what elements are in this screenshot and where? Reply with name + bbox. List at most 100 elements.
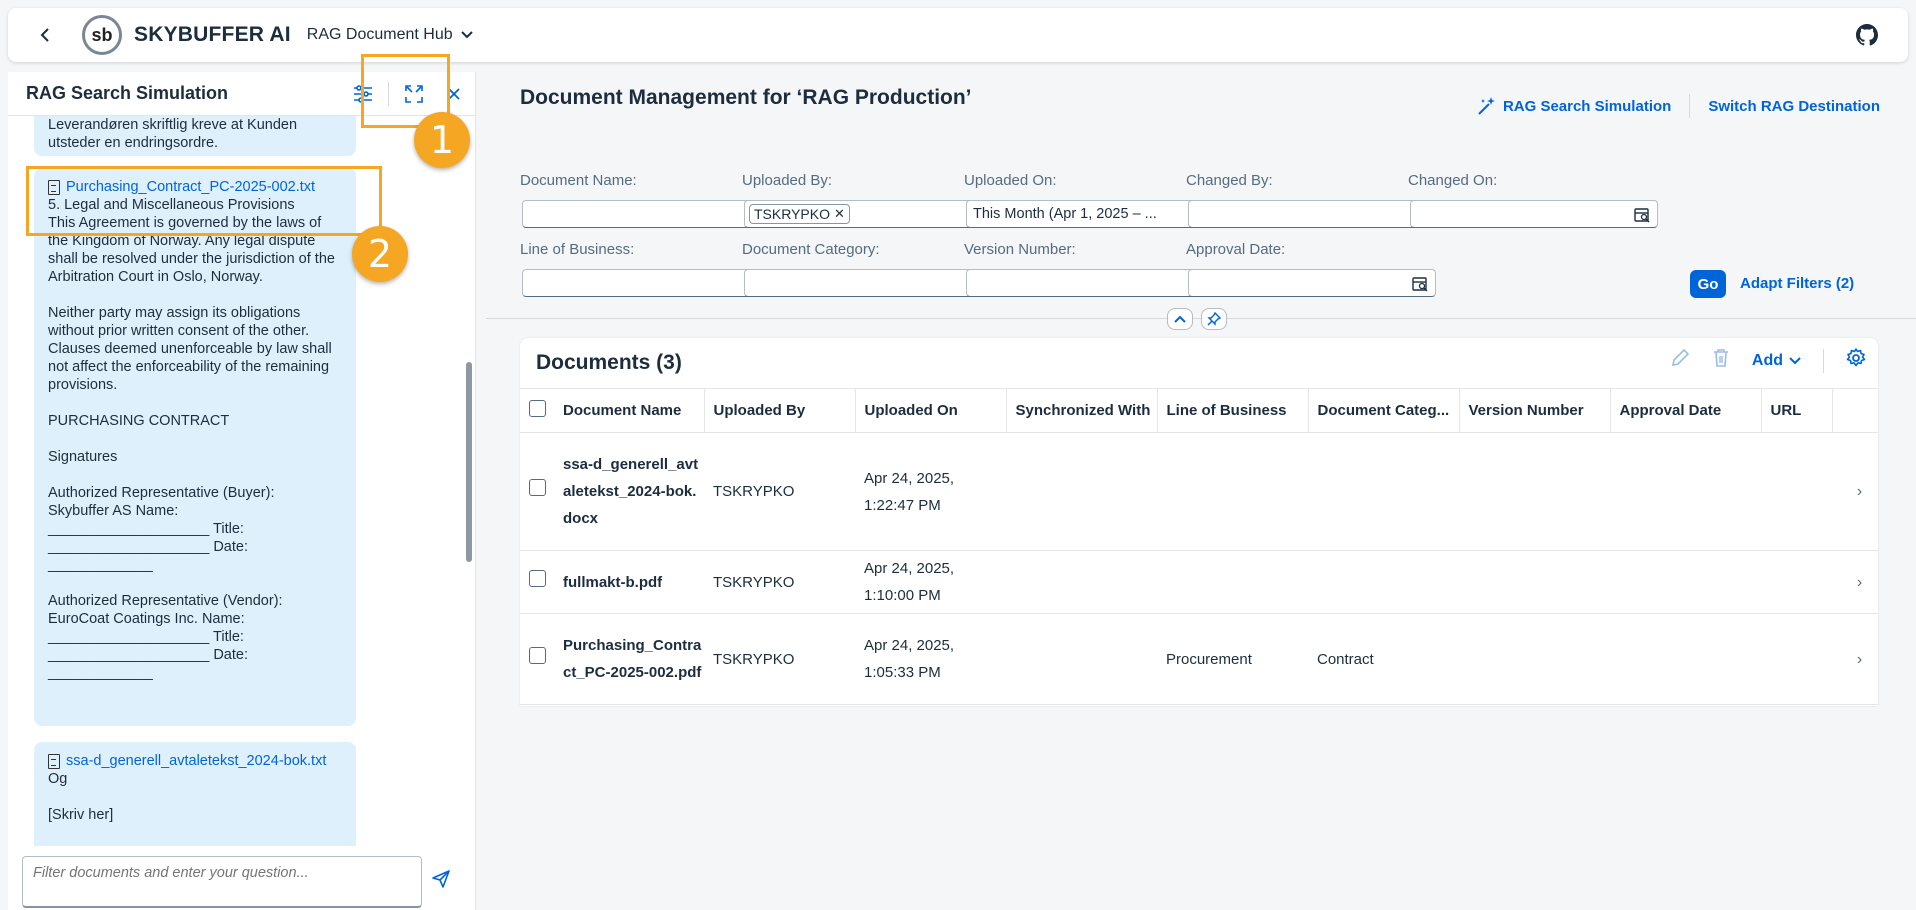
column-header[interactable]: Line of Business — [1156, 388, 1308, 433]
document-icon — [48, 753, 60, 769]
document-name-select[interactable] — [522, 200, 770, 228]
action-separator — [1689, 94, 1691, 118]
filter-uploaded-on: Uploaded On: This Month (Apr 1, 2025 – .… — [964, 172, 1214, 228]
shell-bar: sb SKYBUFFER AI RAG Document Hub — [8, 8, 1908, 62]
document-category-select[interactable] — [744, 269, 992, 297]
column-header[interactable]: Version Number — [1458, 388, 1610, 433]
table-row[interactable]: fullmakt-b.pdf TSKRYPKO Apr 24, 2025, 1:… — [520, 550, 1878, 614]
calendar-icon[interactable] — [1411, 275, 1429, 293]
uploaded-on-date-range[interactable]: This Month (Apr 1, 2025 – ... — [966, 200, 1214, 228]
uploaded-by-multiinput[interactable]: TSKRYPKO ✕ — [744, 200, 992, 228]
token-remove-icon[interactable]: ✕ — [834, 206, 845, 222]
calendar-icon[interactable] — [1633, 206, 1651, 224]
callout-badge-2: 2 — [352, 226, 408, 282]
documents-table: Documents (3) Add Document Name Uploaded… — [520, 338, 1878, 706]
select-cell — [520, 613, 554, 705]
delete-icon[interactable] — [1712, 348, 1730, 373]
go-button[interactable]: Go — [1690, 270, 1726, 298]
filter-token: TSKRYPKO ✕ — [749, 204, 850, 224]
filter-approval-date: Approval Date: — [1186, 241, 1436, 297]
synchronized-with-cell — [1006, 432, 1157, 551]
filter-document-category: Document Category: — [742, 241, 992, 297]
company-logo: sb — [80, 15, 122, 55]
filter-uploaded-by: Uploaded By: TSKRYPKO ✕ — [742, 172, 992, 228]
uploaded-by-cell: TSKRYPKO — [704, 550, 855, 614]
adapt-filters-link[interactable]: Adapt Filters (2) — [1740, 275, 1854, 292]
select-cell — [520, 550, 554, 614]
add-menu-button[interactable]: Add — [1752, 352, 1801, 370]
row-checkbox[interactable] — [529, 646, 546, 664]
switch-rag-destination-link[interactable]: Switch RAG Destination — [1708, 98, 1880, 115]
page-title: Document Management for ‘RAG Production’ — [520, 86, 972, 109]
edit-icon[interactable] — [1670, 348, 1690, 373]
rag-search-simulation-link[interactable]: RAG Search Simulation — [1477, 96, 1671, 116]
filter-document-name: Document Name: — [520, 172, 770, 228]
row-checkbox[interactable] — [529, 569, 546, 587]
line-of-business-cell: Procurement — [1157, 613, 1308, 705]
table-row[interactable]: Purchasing_Contract_PC-2025-002.pdf TSKR… — [520, 613, 1878, 705]
panel-title: RAG Search Simulation — [26, 83, 229, 103]
version-cell — [1459, 432, 1610, 551]
row-navigation-icon[interactable]: › — [1832, 550, 1878, 614]
filter-label: Changed On: — [1408, 172, 1498, 189]
row-navigation-icon[interactable]: › — [1832, 432, 1878, 551]
table-row[interactable]: ssa-d_generell_avtaletekst_2024-bok.docx… — [520, 432, 1878, 551]
row-navigation-icon[interactable]: › — [1832, 613, 1878, 705]
synchronized-with-cell — [1006, 613, 1157, 705]
line-of-business-cell — [1157, 550, 1308, 614]
token-text: TSKRYPKO — [754, 206, 830, 222]
chevron-down-icon — [460, 31, 473, 39]
column-header[interactable]: Document Categ... — [1307, 388, 1459, 433]
changed-on-date[interactable] — [1410, 200, 1658, 228]
app-switcher[interactable]: RAG Document Hub — [307, 26, 473, 44]
select-cell — [520, 432, 554, 551]
column-header[interactable]: URL — [1760, 388, 1832, 433]
approval-date-cell — [1610, 550, 1761, 614]
chat-scrollbar[interactable] — [466, 362, 472, 562]
source-file-link[interactable]: ssa-d_generell_avtaletekst_2024-bok.txt — [48, 752, 342, 770]
table-toolbar: Documents (3) Add — [520, 338, 1878, 388]
filter-label: Document Category: — [742, 241, 880, 258]
filter-label: Uploaded On: — [964, 172, 1057, 189]
filter-value: This Month (Apr 1, 2025 – ... — [973, 206, 1157, 222]
brand-name: SKYBUFFER AI — [134, 23, 291, 46]
source-file-name: ssa-d_generell_avtaletekst_2024-bok.txt — [66, 753, 327, 769]
chat-message: Purchasing_Contract_PC-2025-002.txt 5. L… — [34, 168, 356, 726]
version-number-input[interactable] — [966, 269, 1214, 297]
uploaded-by-cell: TSKRYPKO — [704, 432, 855, 551]
collapse-header-button[interactable] — [1167, 308, 1193, 330]
filter-changed-on: Changed On: — [1408, 172, 1658, 228]
app-name-label: RAG Document Hub — [306, 26, 453, 43]
line-of-business-cell — [1157, 432, 1308, 551]
send-button[interactable] — [432, 870, 450, 893]
message-text: Leverandøren skriftlig kreve at Kunden u… — [48, 117, 298, 151]
url-cell — [1761, 432, 1832, 551]
version-cell — [1459, 550, 1610, 614]
document-name-cell: Purchasing_Contract_PC-2025-002.pdf — [554, 613, 704, 705]
filter-changed-by: Changed By: — [1186, 172, 1436, 228]
url-cell — [1761, 550, 1832, 614]
chat-message: ssa-d_generell_avtaletekst_2024-bok.txt … — [34, 742, 356, 846]
document-name-cell: fullmakt-b.pdf — [554, 550, 704, 614]
url-cell — [1761, 613, 1832, 705]
document-name-cell: ssa-d_generell_avtaletekst_2024-bok.docx — [554, 432, 704, 551]
back-button[interactable] — [30, 20, 60, 50]
column-header[interactable]: Uploaded On — [854, 388, 1006, 433]
line-of-business-select[interactable] — [522, 269, 770, 297]
question-input[interactable] — [22, 856, 422, 908]
row-checkbox[interactable] — [529, 479, 546, 496]
settings-gear-icon[interactable] — [1846, 348, 1866, 373]
column-header[interactable]: Approval Date — [1609, 388, 1761, 433]
github-icon[interactable] — [1856, 24, 1879, 51]
pin-header-button[interactable] — [1201, 308, 1227, 330]
column-header[interactable]: Synchronized With — [1005, 388, 1157, 433]
column-header[interactable]: Document Name — [554, 388, 704, 433]
chevron-up-icon — [1174, 315, 1186, 323]
changed-by-select[interactable] — [1188, 200, 1436, 228]
approval-date-input[interactable] — [1188, 269, 1436, 297]
filter-label: Document Name: — [520, 172, 637, 189]
filter-line-of-business: Line of Business: — [520, 241, 770, 297]
column-header[interactable]: Uploaded By — [703, 388, 855, 433]
select-all-checkbox[interactable] — [529, 400, 546, 417]
pin-icon — [1207, 312, 1221, 326]
